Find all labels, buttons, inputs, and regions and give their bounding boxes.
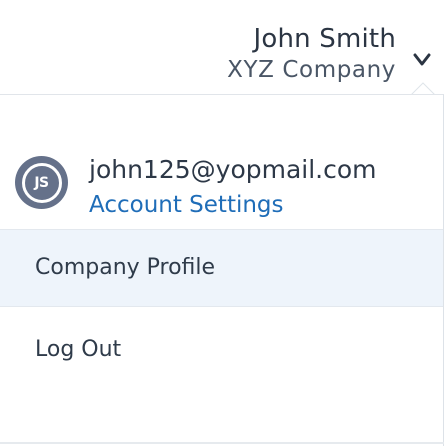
menu-item-company-profile[interactable]: Company Profile bbox=[0, 229, 443, 307]
user-dropdown-menu: JS john125@yopmail.com Account Settings … bbox=[0, 94, 444, 446]
chevron-down-icon[interactable] bbox=[412, 52, 432, 68]
avatar-initials: JS bbox=[21, 162, 62, 203]
user-email: john125@yopmail.com bbox=[89, 155, 377, 184]
user-name: John Smith bbox=[253, 24, 396, 54]
menu-bottom-divider bbox=[0, 442, 444, 444]
log-out-label: Log Out bbox=[35, 337, 122, 362]
user-menu-header[interactable]: John Smith XYZ Company bbox=[0, 0, 446, 92]
account-section: JS john125@yopmail.com Account Settings bbox=[0, 95, 443, 229]
company-profile-label: Company Profile bbox=[35, 255, 216, 280]
account-settings-link[interactable]: Account Settings bbox=[89, 191, 284, 219]
menu-item-log-out[interactable]: Log Out bbox=[0, 307, 443, 393]
company-name: XYZ Company bbox=[227, 57, 396, 83]
avatar: JS bbox=[15, 156, 68, 209]
